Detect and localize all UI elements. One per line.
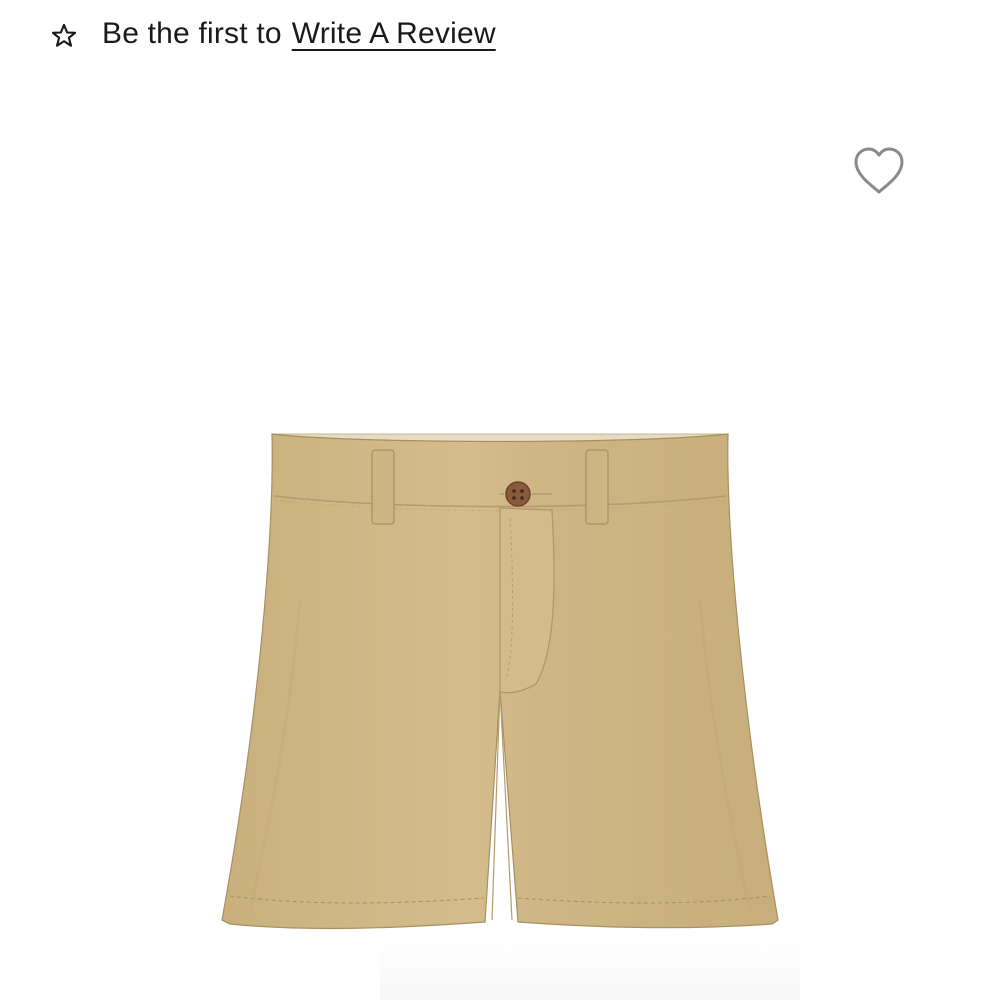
write-review-link[interactable]: Write A Review [292, 17, 496, 51]
heart-outline-icon[interactable] [852, 146, 906, 196]
review-prompt-text: Be the first to [102, 17, 282, 50]
khaki-shorts-image [221, 433, 779, 930]
review-prompt-row: Be the first to Write A Review [50, 12, 496, 56]
product-page: Be the first to Write A Review [0, 0, 1000, 1000]
star-outline-icon[interactable] [50, 22, 78, 50]
